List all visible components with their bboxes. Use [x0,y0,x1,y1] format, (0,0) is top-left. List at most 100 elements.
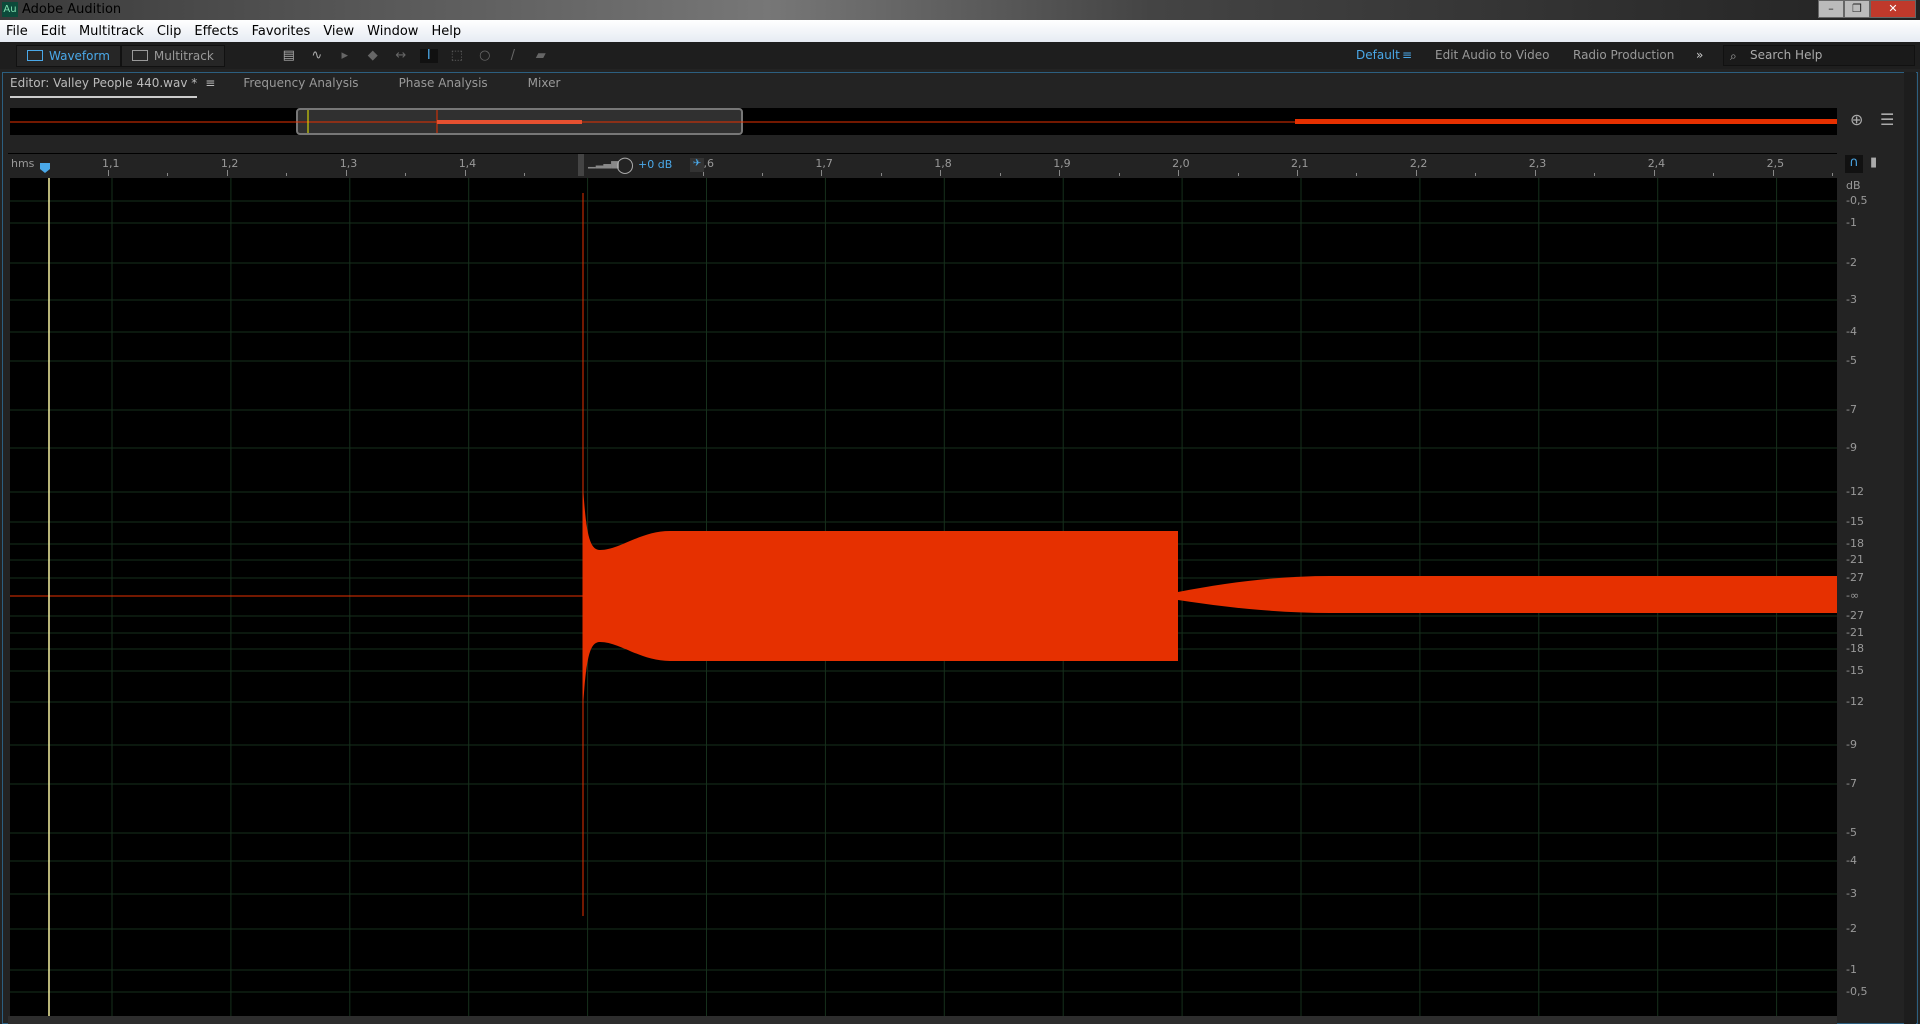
workspace-menu-icon[interactable]: ≡ [1402,48,1412,62]
ruler-minor-tick [1356,173,1358,176]
workspace-edit-audio-to-video[interactable]: Edit Audio to Video [1435,48,1549,62]
db-label: -0,5 [1846,194,1868,207]
tab-menu-icon[interactable]: ≡ [205,76,215,98]
menu-effects[interactable]: Effects [194,24,238,39]
menu-help[interactable]: Help [431,24,461,39]
spectral-frequency-icon[interactable]: ▤ [280,48,298,63]
razor-tool-icon[interactable]: ◆ [364,48,382,63]
lasso-tool-icon[interactable]: ○ [476,48,494,63]
zoom-navigator-icon[interactable]: ⊕ [1850,110,1863,129]
ruler-tick [821,170,823,176]
db-label: -27 [1846,571,1864,584]
playhead-handle[interactable] [40,163,50,173]
ruler-minor-tick [1832,173,1834,176]
channel-list-icon[interactable]: ☰ [1880,110,1894,129]
ruler-tick-label: 1,1 [102,157,120,170]
overview-visible-range[interactable] [296,108,743,135]
waveform-mode-button[interactable]: Waveform [16,44,121,67]
ruler-unit: hms [11,157,35,170]
ruler-minor-tick [761,173,763,176]
db-label: -18 [1846,642,1864,655]
horizontal-scrollbar[interactable] [8,1016,1837,1024]
ruler-tick [1415,170,1417,176]
ruler-tick [464,170,466,176]
db-label: -21 [1846,553,1864,566]
ruler-tick [1653,170,1655,176]
gain-knob-icon[interactable]: ◯ [616,155,634,174]
menu-view[interactable]: View [323,24,354,39]
ruler-tick-label: 1,3 [339,157,358,170]
db-label: -2 [1846,922,1857,935]
ruler-tick-label: 2,2 [1409,157,1428,170]
db-label: -12 [1846,485,1864,498]
minimize-button[interactable]: – [1818,0,1844,18]
ruler-minor-tick [1118,173,1120,176]
menu-file[interactable]: File [6,24,28,39]
ruler-minor-tick [524,173,526,176]
search-placeholder: Search Help [1750,48,1823,62]
time-ruler[interactable]: hms 1,11,21,31,41,51,61,71,81,92,02,12,2… [8,153,1837,176]
spot-healing-icon[interactable]: ▰ [532,48,550,63]
ruler-tick-label: 2,1 [1291,157,1309,170]
marquee-tool-icon[interactable]: ⬚ [448,48,466,63]
marker-icon[interactable]: ▮ [1870,155,1877,170]
tab-3[interactable]: Mixer [528,76,561,98]
ruler-tick-label: 1,7 [815,157,833,170]
overview-navigator[interactable] [10,108,1837,135]
tab-0[interactable]: Editor: Valley People 440.wav * [10,76,198,98]
db-label: -3 [1846,293,1857,306]
move-tool-icon[interactable]: ▸ [336,48,354,63]
brush-tool-icon[interactable]: / [504,48,522,63]
db-label: -9 [1846,738,1857,751]
time-selection-tool-icon[interactable]: I [419,48,438,63]
menu-window[interactable]: Window [367,24,418,39]
tab-2[interactable]: Phase Analysis [399,76,488,98]
hud-grip[interactable] [578,154,584,176]
db-label: -5 [1846,826,1857,839]
menu-favorites[interactable]: Favorites [252,24,311,39]
ruler-minor-tick [880,173,882,176]
db-label: -7 [1846,777,1857,790]
ruler-tick [1772,170,1774,176]
hud-gain[interactable]: ▁▂▃▅ ◯ +0 dB [578,154,688,176]
ruler-minor-tick [1237,173,1239,176]
ruler-tick-label: 2,0 [1172,157,1190,170]
db-label: -7 [1846,403,1857,416]
db-label: -9 [1846,441,1857,454]
search-help-input[interactable]: ⌕ Search Help [1723,45,1915,66]
vertical-scrollbar[interactable] [1904,72,1916,1024]
ruler-tick-label: 1,2 [220,157,239,170]
more-workspaces-button[interactable]: » [1696,48,1703,62]
multitrack-icon [131,50,148,61]
gain-value[interactable]: +0 dB [638,158,672,171]
restore-button[interactable]: ❐ [1844,0,1870,18]
workspace-radio-production[interactable]: Radio Production [1573,48,1674,62]
slip-tool-icon[interactable]: ↔ [392,48,410,63]
db-label: -27 [1846,609,1864,622]
db-label: -18 [1846,537,1864,550]
snap-magnet-icon[interactable]: ∩ [1845,155,1863,173]
spectral-pitch-icon[interactable]: ∿ [308,48,326,63]
waveform-body [583,485,1178,710]
ruler-minor-tick [286,173,288,176]
waveform-label: Waveform [49,48,110,63]
menu-multitrack[interactable]: Multitrack [79,24,144,39]
pin-hud-icon[interactable]: ✈ [690,158,704,172]
menu-edit[interactable]: Edit [41,24,66,39]
menu-clip[interactable]: Clip [157,24,182,39]
waveform-display[interactable] [10,178,1837,1016]
workspace-default[interactable]: Default [1356,48,1400,62]
level-icon: ▁▂▃▅ [588,158,619,169]
tab-1[interactable]: Frequency Analysis [243,76,358,98]
db-label: -12 [1846,695,1864,708]
close-button[interactable]: ✕ [1870,0,1916,18]
title-bar: Au Adobe Audition – ❐ ✕ [0,0,1920,20]
ruler-minor-tick [405,173,407,176]
app-title: Adobe Audition [22,2,122,17]
db-label: -1 [1846,216,1857,229]
multitrack-mode-button[interactable]: Multitrack [120,44,225,67]
db-label: -15 [1846,664,1864,677]
panel-tabs: Editor: Valley People 440.wav * ≡ Frequenc… [10,76,600,98]
ruler-tick [226,170,228,176]
ruler-tick [108,170,109,176]
